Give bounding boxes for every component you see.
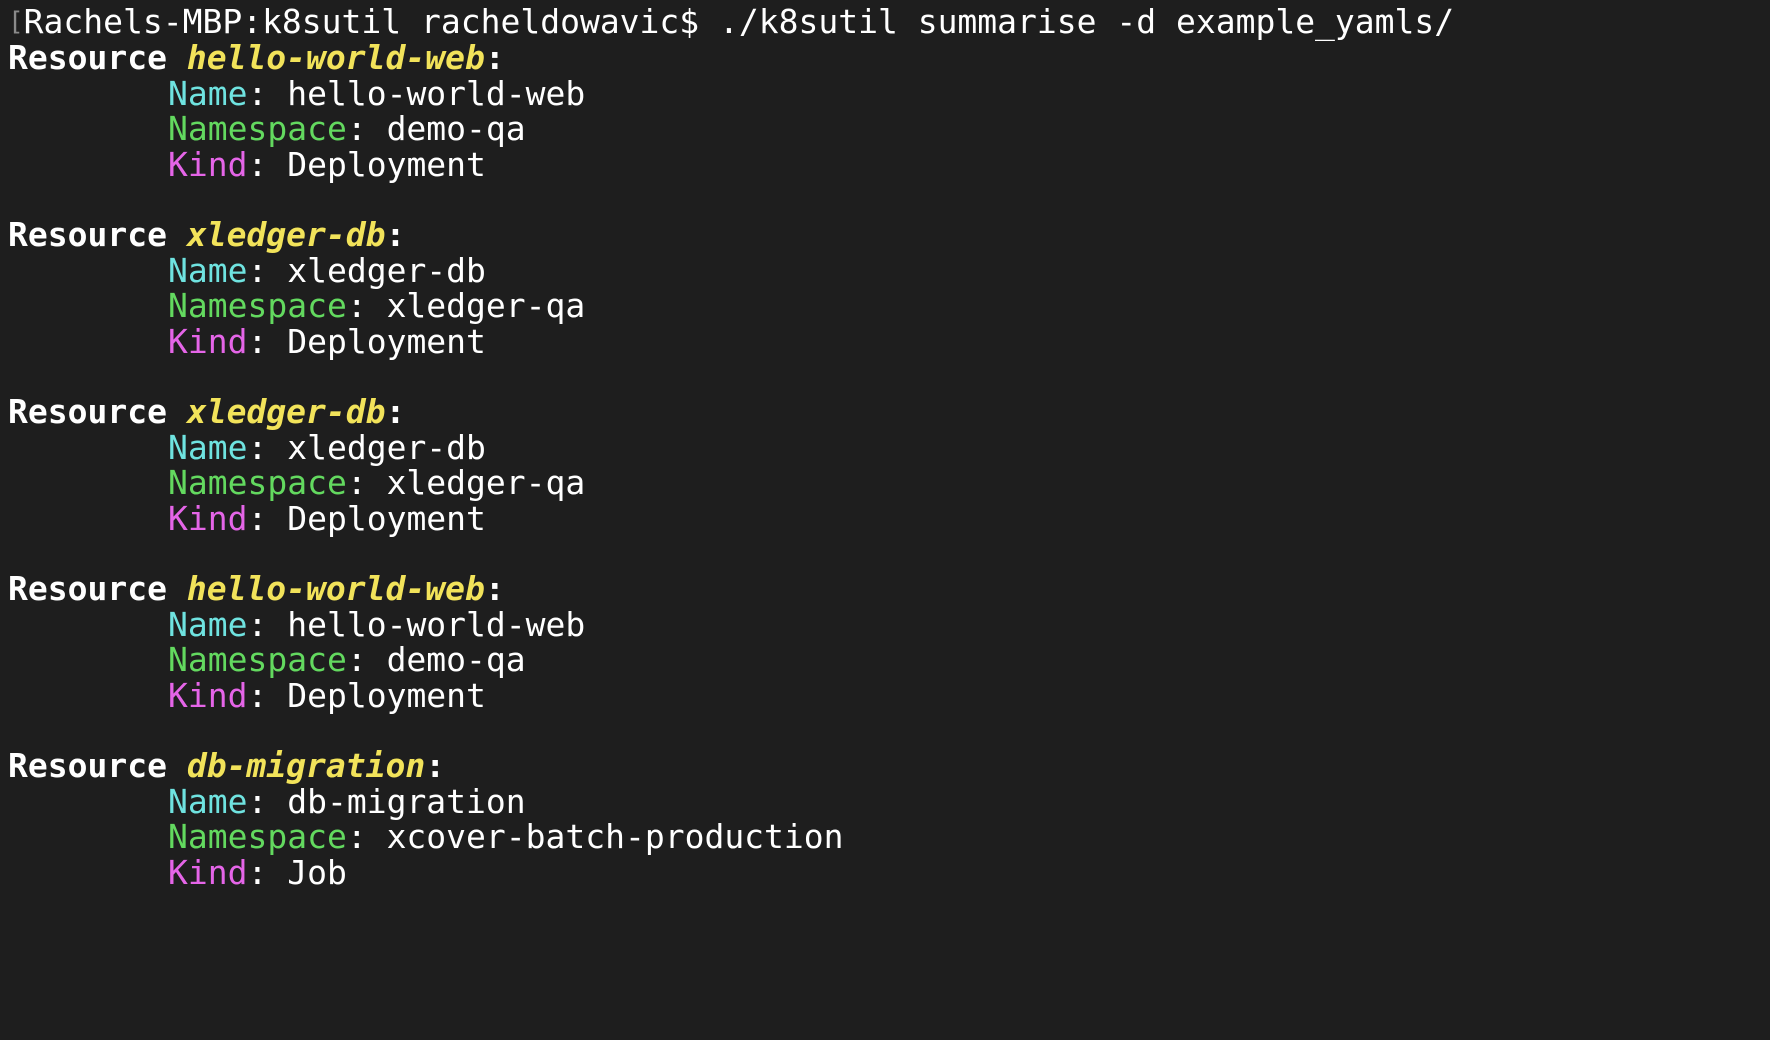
field-separator: : — [346, 640, 387, 679]
field-separator: : — [247, 427, 288, 467]
prompt-command: Rachels-MBP:k8sutil racheldowavic$ ./k8s… — [23, 2, 1455, 41]
kind-field-key: Kind — [168, 498, 248, 538]
namespace-field: Namespace: xcover-batch-production — [168, 817, 844, 857]
resource-colon: : — [484, 38, 505, 77]
namespace-field-key: Namespace — [168, 463, 347, 502]
field-separator: : — [247, 675, 288, 715]
name-field-key: Name — [168, 250, 248, 290]
name-field-value: hello-world-web — [287, 73, 586, 113]
resource-label: Resource — [8, 746, 167, 785]
name-field-value: hello-world-web — [287, 604, 586, 644]
name-field-key: Name — [168, 604, 248, 644]
namespace-field: Namespace: xledger-qa — [168, 463, 585, 503]
namespace-field: Namespace: demo-qa — [168, 109, 526, 149]
namespace-field-key: Namespace — [168, 817, 347, 856]
field-separator: : — [247, 250, 288, 290]
kind-field-key: Kind — [168, 321, 248, 361]
resource-header: Resource xledger-db: — [8, 392, 405, 432]
field-separator: : — [247, 604, 288, 644]
command-line: [Rachels-MBP:k8sutil racheldowavic$ ./k8… — [8, 2, 1454, 42]
name-field-value: db-migration — [287, 781, 526, 821]
kind-field-key: Kind — [168, 675, 248, 715]
kind-field: Kind: Deployment — [168, 676, 486, 716]
field-separator: : — [247, 781, 288, 821]
kind-field: Kind: Job — [168, 853, 347, 893]
resource-colon: : — [385, 215, 406, 254]
resource-title: xledger-db — [186, 392, 386, 431]
kind-field-value: Deployment — [287, 675, 486, 715]
resource-label: Resource — [8, 215, 167, 254]
name-field-value: xledger-db — [287, 250, 486, 290]
field-separator: : — [247, 321, 288, 361]
kind-field-key: Kind — [168, 852, 248, 892]
name-field: Name: xledger-db — [168, 428, 486, 468]
resource-title: hello-world-web — [186, 38, 485, 77]
name-field: Name: hello-world-web — [168, 605, 585, 645]
name-field-value: xledger-db — [287, 427, 486, 467]
resource-title: hello-world-web — [186, 569, 485, 608]
field-separator: : — [346, 109, 387, 148]
terminal-window[interactable]: [Rachels-MBP:k8sutil racheldowavic$ ./k8… — [0, 0, 1770, 1040]
namespace-field-value: xcover-batch-production — [386, 817, 844, 856]
resource-colon: : — [425, 746, 446, 785]
resource-label: Resource — [8, 38, 167, 77]
kind-field-value: Deployment — [287, 144, 486, 184]
namespace-field-key: Namespace — [168, 109, 347, 148]
resource-header: Resource xledger-db: — [8, 215, 405, 255]
name-field-key: Name — [168, 427, 248, 467]
resource-label: Resource — [8, 392, 167, 431]
field-separator: : — [247, 852, 288, 892]
resource-header: Resource hello-world-web: — [8, 38, 505, 78]
kind-field: Kind: Deployment — [168, 145, 486, 185]
resource-header: Resource hello-world-web: — [8, 569, 505, 609]
kind-field-key: Kind — [168, 144, 248, 184]
kind-field: Kind: Deployment — [168, 322, 486, 362]
namespace-field-value: demo-qa — [386, 640, 526, 679]
kind-field-value: Deployment — [287, 498, 486, 538]
name-field: Name: hello-world-web — [168, 74, 585, 114]
field-separator: : — [346, 463, 387, 502]
kind-field-value: Job — [287, 852, 347, 892]
namespace-field-key: Namespace — [168, 286, 347, 325]
field-separator: : — [247, 73, 288, 113]
name-field-key: Name — [168, 781, 248, 821]
selection-marker-icon: [ — [8, 7, 24, 37]
field-separator: : — [346, 286, 387, 325]
namespace-field: Namespace: demo-qa — [168, 640, 526, 680]
resource-title: db-migration — [186, 746, 426, 785]
name-field: Name: db-migration — [168, 782, 526, 822]
field-separator: : — [247, 498, 288, 538]
resource-title: xledger-db — [186, 215, 386, 254]
resource-header: Resource db-migration: — [8, 746, 445, 786]
resource-label: Resource — [8, 569, 167, 608]
namespace-field-key: Namespace — [168, 640, 347, 679]
name-field: Name: xledger-db — [168, 251, 486, 291]
resource-colon: : — [484, 569, 505, 608]
namespace-field-value: demo-qa — [386, 109, 526, 148]
kind-field-value: Deployment — [287, 321, 486, 361]
resource-colon: : — [385, 392, 406, 431]
namespace-field-value: xledger-qa — [386, 286, 586, 325]
kind-field: Kind: Deployment — [168, 499, 486, 539]
namespace-field: Namespace: xledger-qa — [168, 286, 585, 326]
name-field-key: Name — [168, 73, 248, 113]
field-separator: : — [247, 144, 288, 184]
field-separator: : — [346, 817, 387, 856]
namespace-field-value: xledger-qa — [386, 463, 586, 502]
